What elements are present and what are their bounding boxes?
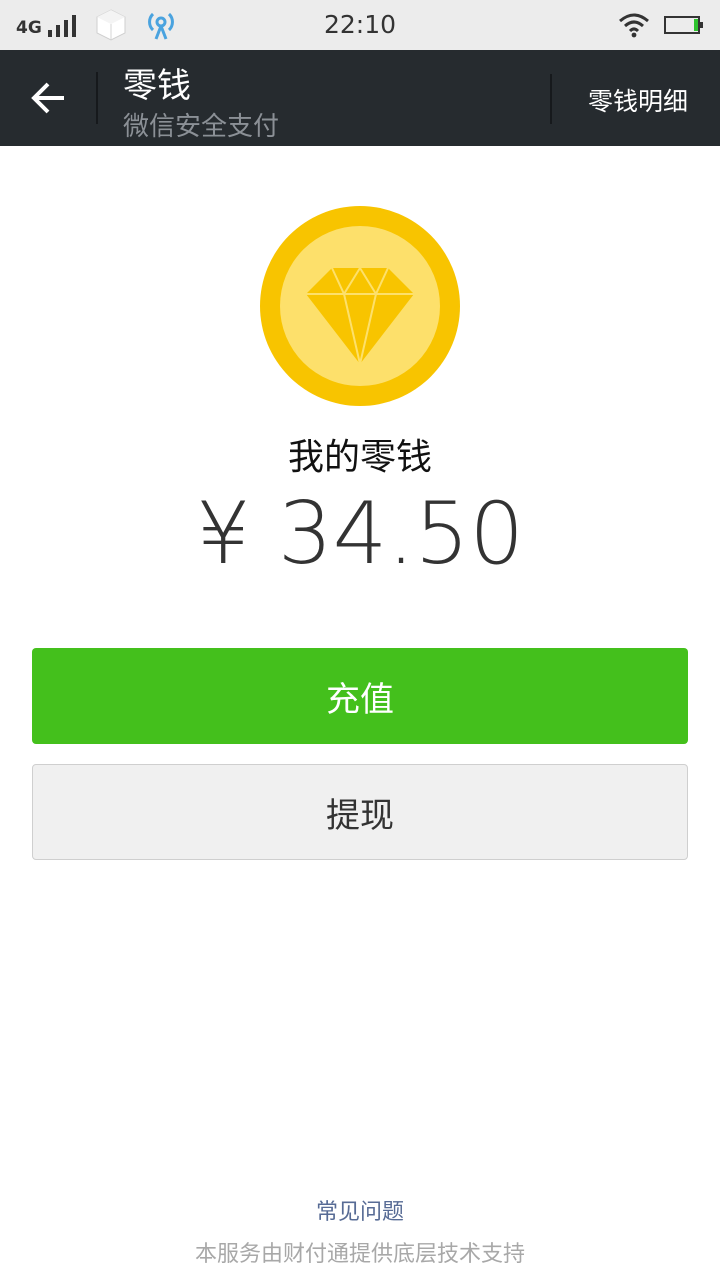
nav-divider-left bbox=[96, 72, 98, 124]
wifi-icon bbox=[619, 13, 649, 38]
diamond-coin-icon bbox=[260, 206, 460, 406]
back-button[interactable] bbox=[22, 74, 74, 122]
recharge-button[interactable]: 充值 bbox=[32, 648, 688, 744]
nav-bar: 零钱 微信安全支付 零钱明细 bbox=[0, 50, 720, 146]
footer-note: 本服务由财付通提供底层技术支持 bbox=[194, 1242, 525, 1267]
change-detail-link[interactable]: 零钱明细 bbox=[588, 82, 688, 118]
back-arrow-icon bbox=[31, 82, 64, 114]
nav-divider-right bbox=[550, 74, 552, 124]
balance-label: 我的零钱 bbox=[287, 437, 432, 478]
page-subtitle: 微信安全支付 bbox=[123, 112, 280, 142]
status-bar: 4G 22:10 bbox=[0, 0, 720, 50]
balance-amount: ¥ 34.50 bbox=[195, 484, 525, 584]
withdraw-button[interactable]: 提现 bbox=[32, 764, 688, 860]
status-time: 22:10 bbox=[323, 10, 397, 39]
faq-link[interactable]: 常见问题 bbox=[0, 1194, 720, 1226]
battery-icon bbox=[664, 16, 703, 34]
page-title: 零钱 bbox=[123, 66, 191, 106]
status-right bbox=[618, 12, 704, 38]
